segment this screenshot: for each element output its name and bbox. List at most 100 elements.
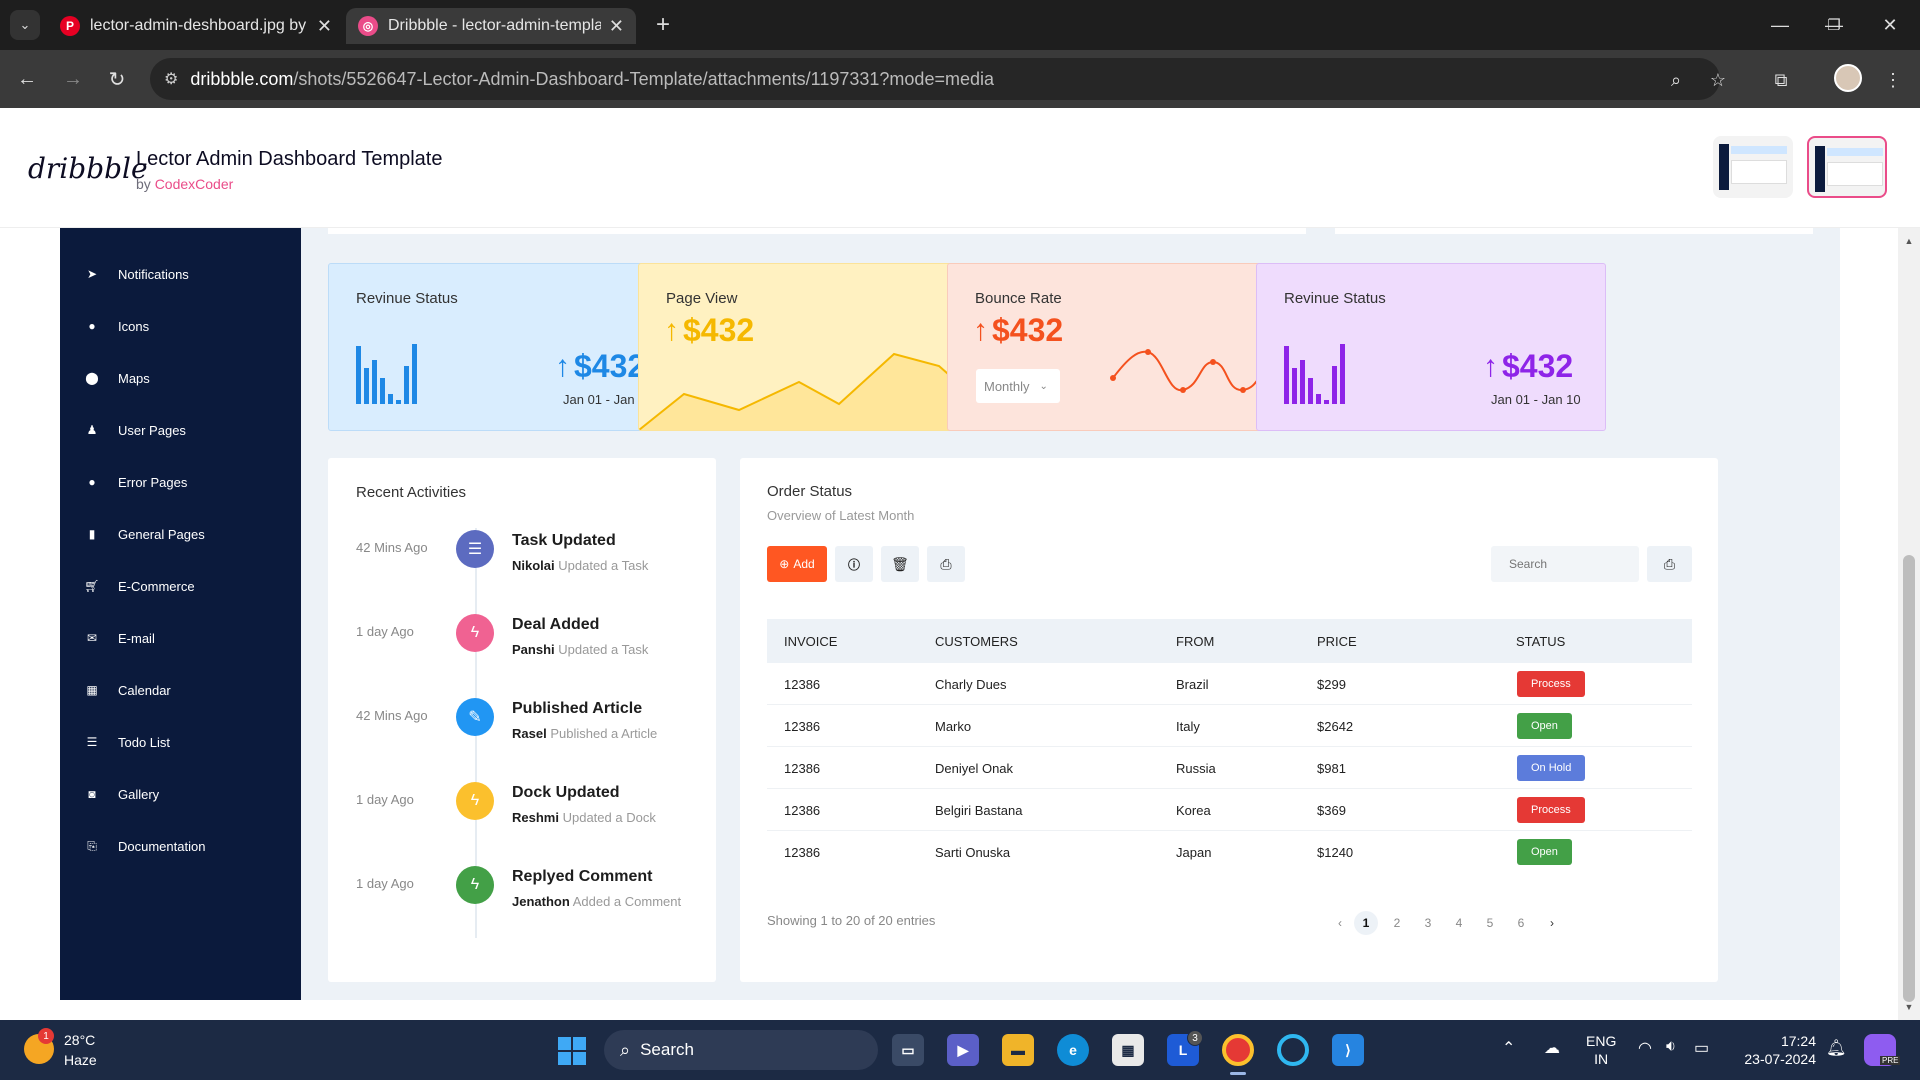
clock[interactable]: 17:24 23-07-2024	[1736, 1032, 1816, 1068]
stat-date-range: Jan 01 - Jan 10	[1491, 392, 1581, 407]
table-row[interactable]: 12386 Deniyel Onak Russia $981 On Hold	[767, 747, 1692, 789]
shot-title: Lector Admin Dashboard Template	[136, 148, 443, 170]
task-view-icon[interactable]: ▭	[892, 1034, 924, 1066]
print-icon[interactable]: ⎙	[1647, 546, 1692, 582]
page-1[interactable]: 1	[1354, 911, 1378, 935]
chevron-left-icon[interactable]: ‹	[1328, 911, 1352, 935]
chevron-right-icon[interactable]: ›	[1540, 911, 1564, 935]
column-header[interactable]: STATUS	[1516, 634, 1565, 649]
menu-kebab-icon[interactable]: ⋮	[1880, 67, 1906, 93]
temperature[interactable]: 28°C	[64, 1032, 95, 1048]
browser-tab-pinterest[interactable]: P lector-admin-deshboard.jpg by ✕	[48, 8, 344, 44]
sidebar-item-maps[interactable]: ⬤ Maps	[60, 358, 301, 398]
trash-icon[interactable]: 🗑︎	[881, 546, 919, 582]
print-icon[interactable]: ⎙	[927, 546, 965, 582]
notification-bell-icon[interactable]: 🔔︎	[1826, 1038, 1846, 1058]
site-info-icon[interactable]: ⚙	[164, 69, 178, 89]
recent-activities-card: Recent Activities 42 Mins Ago ☰ Task Upd…	[328, 458, 716, 982]
scroll-up-icon[interactable]: ▲	[1903, 234, 1915, 248]
column-header[interactable]: CUSTOMERS	[935, 634, 1018, 649]
customer-cell: Deniyel Onak	[935, 761, 1014, 776]
teams-icon[interactable]: ▶	[947, 1034, 979, 1066]
forward-icon[interactable]: →	[58, 64, 88, 94]
wifi-icon[interactable]: ◠	[1638, 1038, 1652, 1058]
search-input[interactable]	[1491, 546, 1639, 582]
scrollbar-thumb[interactable]	[1903, 555, 1915, 1002]
windows-start-icon[interactable]	[558, 1037, 586, 1065]
reload-icon[interactable]: ↻	[102, 64, 132, 94]
sidebar-item-calendar[interactable]: ▦ Calendar	[60, 670, 301, 710]
sidebar-item-notifications[interactable]: ➤ Notifications	[60, 254, 301, 294]
table-row[interactable]: 12386 Belgiri Bastana Korea $369 Process	[767, 789, 1692, 831]
activity-user[interactable]: Nikolai	[512, 558, 555, 573]
taskbar-search[interactable]: ⌕ Search	[604, 1030, 878, 1070]
info-icon[interactable]: ⓘ	[835, 546, 873, 582]
cortana-icon[interactable]	[1277, 1034, 1309, 1066]
edge-browser-icon[interactable]: e	[1057, 1034, 1089, 1066]
onedrive-icon[interactable]: ☁	[1544, 1038, 1560, 1058]
sidebar-item-icons[interactable]: ● Icons	[60, 306, 301, 346]
window-close-icon[interactable]: ✕	[1870, 10, 1910, 40]
sidebar-item-documentation[interactable]: ⎘ Documentation	[60, 826, 301, 866]
microsoft-store-icon[interactable]: ▦	[1112, 1034, 1144, 1066]
activity-user[interactable]: Reshmi	[512, 810, 559, 825]
sidebar-item-gallery[interactable]: ◙ Gallery	[60, 774, 301, 814]
sidebar-item-general-pages[interactable]: ▮ General Pages	[60, 514, 301, 554]
vscode-icon[interactable]: ⟩	[1332, 1034, 1364, 1066]
chevron-up-icon[interactable]: ⌃	[1502, 1038, 1515, 1058]
sidebar-item-e-commerce[interactable]: 🛒︎ E-Commerce	[60, 566, 301, 606]
table-row[interactable]: 12386 Charly Dues Brazil $299 Process	[767, 663, 1692, 705]
back-icon[interactable]: ←	[12, 64, 42, 94]
volume-icon[interactable]: 🔉︎	[1666, 1038, 1676, 1056]
attachment-thumbnail-1[interactable]	[1713, 136, 1793, 198]
author-link[interactable]: CodexCoder	[155, 176, 234, 192]
page-5[interactable]: 5	[1478, 911, 1502, 935]
attachment-thumbnail-2[interactable]	[1807, 136, 1887, 198]
activity-user[interactable]: Panshi	[512, 642, 555, 657]
extensions-icon[interactable]: ⧉	[1768, 67, 1794, 93]
page-6[interactable]: 6	[1509, 911, 1533, 935]
period-dropdown[interactable]: Monthly ⌄	[976, 369, 1060, 403]
dribbble-logo[interactable]: dribbble	[28, 152, 148, 185]
sidebar-item-todo-list[interactable]: ☰ Todo List	[60, 722, 301, 762]
window-minimize-icon[interactable]: —	[1760, 10, 1800, 40]
tab-search-dropdown-icon[interactable]: ⌄	[10, 10, 40, 40]
table-row[interactable]: 12386 Sarti Onuska Japan $1240 Open	[767, 831, 1692, 873]
bolt-icon: ϟ	[456, 614, 494, 652]
table-row[interactable]: 12386 Marko Italy $2642 Open	[767, 705, 1692, 747]
scroll-down-icon[interactable]: ▼	[1903, 1000, 1915, 1014]
close-icon[interactable]: ✕	[317, 16, 332, 37]
window-restore-icon[interactable]: ❐	[1814, 10, 1854, 40]
add-button[interactable]: ⊕ Add	[767, 546, 827, 582]
date: 23-07-2024	[1744, 1051, 1816, 1067]
add-label: Add	[793, 557, 815, 571]
language-indicator[interactable]: ENG IN	[1586, 1032, 1616, 1068]
zoom-icon[interactable]: ⌕	[1663, 67, 1689, 93]
page-4[interactable]: 4	[1447, 911, 1471, 935]
file-explorer-icon[interactable]: ▬	[1002, 1034, 1034, 1066]
windows-taskbar: 1 28°C Haze ⌕ Search ▭ ▶ ▬ e ▦ L 3 ⟩ ⌃ ☁ …	[0, 1020, 1920, 1080]
bolt-icon: ϟ	[456, 866, 494, 904]
weather-condition[interactable]: Haze	[64, 1052, 97, 1068]
page-scrollbar[interactable]: ▲ ▼	[1898, 228, 1920, 1020]
bookmark-star-icon[interactable]: ☆	[1705, 67, 1731, 93]
column-header[interactable]: INVOICE	[784, 634, 837, 649]
page-3[interactable]: 3	[1416, 911, 1440, 935]
activity-user[interactable]: Rasel	[512, 726, 547, 741]
arrow-up-icon: ↑	[1483, 349, 1498, 383]
browser-tab-dribbble[interactable]: ◎ Dribbble - lector-admin-templa ✕	[346, 8, 636, 44]
chrome-icon[interactable]	[1222, 1034, 1254, 1066]
battery-icon[interactable]: ▭	[1694, 1038, 1709, 1058]
new-tab-icon[interactable]: +	[648, 10, 678, 40]
sidebar-item-e-mail[interactable]: ✉ E-mail	[60, 618, 301, 658]
column-header[interactable]: FROM	[1176, 634, 1214, 649]
close-icon[interactable]: ✕	[609, 16, 624, 37]
profile-avatar[interactable]	[1834, 64, 1862, 92]
sidebar-item-user-pages[interactable]: ♟ User Pages	[60, 410, 301, 450]
activity-user[interactable]: Jenathon	[512, 894, 570, 909]
column-header[interactable]: PRICE	[1317, 634, 1357, 649]
address-bar[interactable]: ⚙ dribbble.com/shots/5526647-Lector-Admi…	[150, 58, 1720, 100]
page-2[interactable]: 2	[1385, 911, 1409, 935]
map-pin-icon: ⬤	[85, 371, 99, 385]
sidebar-item-error-pages[interactable]: ● Error Pages	[60, 462, 301, 502]
